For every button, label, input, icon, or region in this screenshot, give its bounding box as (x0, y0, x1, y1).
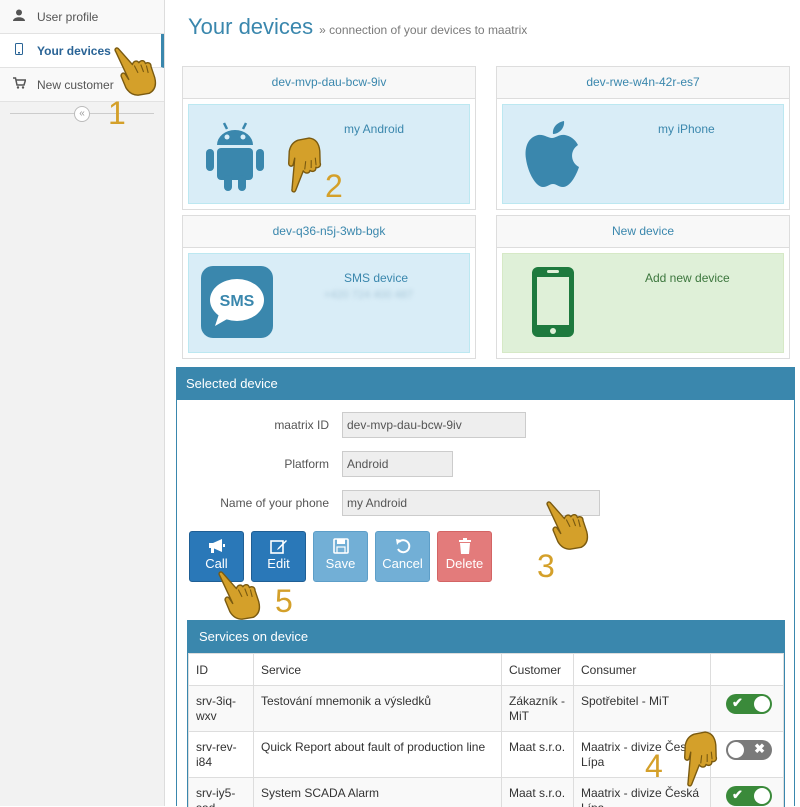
device-card-phone-number: +420 724 400 487 (324, 289, 413, 301)
platform-label: Platform (284, 457, 329, 471)
service-toggle-on[interactable]: ✔ (726, 694, 772, 714)
device-card-body[interactable]: SMS SMS device +420 724 400 487 (188, 253, 470, 353)
annotation-number: 2 (325, 168, 343, 205)
panel-title: Selected device (177, 368, 794, 400)
svg-text:SMS: SMS (220, 293, 255, 310)
check-icon: ✔ (732, 787, 743, 802)
pointing-hand-icon (214, 570, 270, 622)
check-icon: ✔ (732, 695, 743, 710)
sidebar: User profile Your devices New customer « (0, 0, 165, 806)
service-toggle-off[interactable]: ✖ (726, 740, 772, 760)
platform-field: Android (342, 451, 453, 477)
device-card-id: New device (497, 216, 789, 248)
annotation-number: 5 (275, 583, 293, 620)
mobile-icon (12, 43, 26, 58)
pointing-hand-icon (110, 46, 166, 98)
cancel-button[interactable]: Cancel (375, 531, 430, 582)
sms-icon: SMS (201, 266, 273, 341)
device-card-iphone[interactable]: dev-rwe-w4n-42r-es7 my iPhone (496, 66, 790, 210)
save-icon (314, 532, 367, 556)
device-card-label: SMS device (344, 271, 408, 285)
undo-icon (376, 532, 429, 556)
device-card-id: dev-q36-n5j-3wb-bgk (183, 216, 475, 248)
annotation-number: 4 (645, 748, 663, 785)
column-header-consumer: Consumer (574, 654, 711, 686)
android-icon (203, 119, 267, 194)
annotation-number: 3 (537, 548, 555, 585)
device-card-label: Add new device (645, 271, 730, 285)
device-card-sms[interactable]: dev-q36-n5j-3wb-bgk SMS SMS device +420 … (182, 215, 476, 359)
services-title: Services on device (188, 621, 784, 653)
device-card-body[interactable]: my iPhone (502, 104, 784, 204)
service-toggle-on[interactable]: ✔ (726, 786, 772, 806)
sidebar-item-label: Your devices (37, 44, 111, 58)
user-icon (12, 9, 26, 24)
device-card-id: dev-rwe-w4n-42r-es7 (497, 67, 789, 99)
device-card-label: my iPhone (658, 122, 715, 136)
cart-icon (12, 77, 26, 92)
phone-icon (531, 266, 575, 341)
device-card-id: dev-mvp-dau-bcw-9iv (183, 67, 475, 99)
phone-name-label: Name of your phone (220, 496, 329, 510)
add-new-device-button[interactable]: Add new device (502, 253, 784, 353)
column-header-service: Service (254, 654, 502, 686)
device-card-label: my Android (344, 122, 404, 136)
sidebar-item-label: User profile (37, 10, 98, 24)
collapse-sidebar-button[interactable]: « (74, 106, 90, 122)
column-header-customer: Customer (502, 654, 574, 686)
page-subtitle: » connection of your devices to maatrix (319, 23, 527, 37)
maatrix-id-field: dev-mvp-dau-bcw-9iv (342, 412, 526, 438)
table-row: srv-3iq-wxv Testování mnemonik a výsledk… (189, 686, 784, 732)
sidebar-item-user-profile[interactable]: User profile (0, 0, 164, 34)
column-header-id: ID (189, 654, 254, 686)
megaphone-icon (190, 532, 243, 556)
apple-icon (523, 121, 583, 192)
save-button[interactable]: Save (313, 531, 368, 582)
delete-button[interactable]: Delete (437, 531, 492, 582)
trash-icon (438, 532, 491, 556)
main-content: Your devices» connection of your devices… (170, 0, 800, 806)
annotation-number: 1 (108, 95, 126, 132)
edit-icon (252, 532, 305, 556)
close-icon: ✖ (754, 741, 765, 756)
sidebar-collapse: « (0, 102, 164, 124)
page-title: Your devices» connection of your devices… (188, 14, 527, 40)
maatrix-id-label: maatrix ID (274, 418, 329, 432)
sidebar-item-label: New customer (37, 78, 114, 92)
column-header-toggle (711, 654, 784, 686)
pointing-hand-icon (542, 500, 598, 552)
device-card-new[interactable]: New device Add new device (496, 215, 790, 359)
